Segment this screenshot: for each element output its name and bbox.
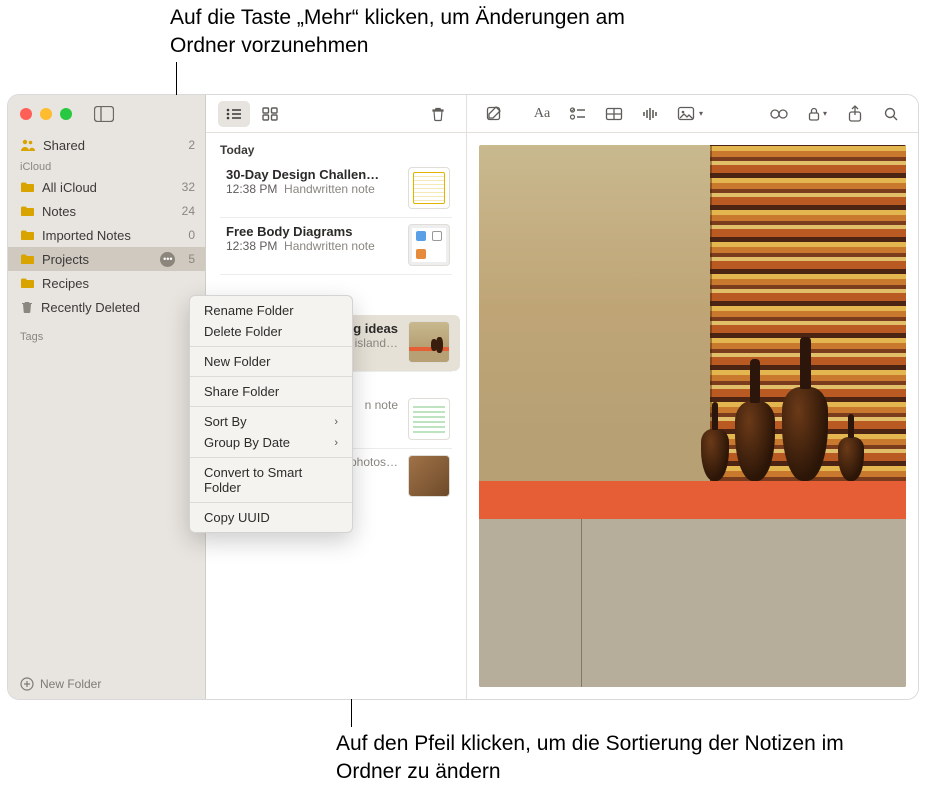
note-thumbnail	[408, 224, 450, 266]
menu-separator	[190, 346, 352, 347]
sidebar-toggle-icon[interactable]	[94, 106, 114, 122]
note-thumbnail	[408, 167, 450, 209]
sidebar-item-recipes[interactable]: Recipes	[8, 271, 205, 295]
trash-icon	[20, 300, 34, 314]
table-button[interactable]	[597, 101, 631, 127]
note-preview: island…	[355, 336, 398, 350]
sidebar-item-label: Projects	[42, 252, 89, 267]
menu-separator	[190, 502, 352, 503]
audio-button[interactable]	[633, 101, 667, 127]
menu-separator	[190, 376, 352, 377]
share-button[interactable]	[838, 101, 872, 127]
ctx-label: Sort By	[204, 414, 247, 429]
sidebar-item-all-icloud[interactable]: All iCloud 32	[8, 175, 205, 199]
traffic-lights	[20, 108, 72, 120]
sidebar-item-count: 2	[188, 138, 195, 152]
annotation-bottom: Auf den Pfeil klicken, um die Sortierung…	[336, 730, 896, 787]
folder-icon	[20, 181, 35, 193]
folder-context-menu: Rename Folder Delete Folder New Folder S…	[189, 295, 353, 533]
ctx-sort-by[interactable]: Sort By ›	[190, 411, 352, 432]
sidebar-item-recently-deleted[interactable]: Recently Deleted	[8, 295, 205, 319]
notes-section-head: Today	[206, 139, 466, 161]
sidebar-item-projects[interactable]: Projects ••• 5	[8, 247, 205, 271]
sidebar-item-notes[interactable]: Notes 24	[8, 199, 205, 223]
editor-body[interactable]	[467, 133, 918, 699]
titlebar	[8, 95, 205, 133]
chevron-down-icon: ▾	[699, 109, 703, 118]
folder-icon	[20, 253, 35, 265]
annotation-top: Auf die Taste „Mehr“ klicken, um Änderun…	[170, 4, 690, 61]
note-title: 30-Day Design Challen…	[226, 167, 398, 182]
note-title: Free Body Diagrams	[226, 224, 398, 239]
sidebar-item-imported[interactable]: Imported Notes 0	[8, 223, 205, 247]
sidebar: Shared 2 iCloud All iCloud 32 Notes 24 I…	[8, 95, 206, 699]
chevron-down-icon: ▾	[823, 109, 827, 118]
media-button[interactable]: ▾	[669, 101, 711, 127]
shared-icon	[20, 138, 36, 152]
sidebar-item-count: 32	[182, 180, 195, 194]
ctx-delete-folder[interactable]: Delete Folder	[190, 321, 352, 342]
sidebar-item-label: Recipes	[42, 276, 89, 291]
new-folder-label: New Folder	[40, 677, 101, 691]
ctx-new-folder[interactable]: New Folder	[190, 351, 352, 372]
ctx-rename-folder[interactable]: Rename Folder	[190, 300, 352, 321]
zoom-icon[interactable]	[60, 108, 72, 120]
sidebar-item-label: Notes	[42, 204, 76, 219]
grid-view-button[interactable]	[254, 101, 286, 127]
notes-window: Shared 2 iCloud All iCloud 32 Notes 24 I…	[8, 95, 918, 699]
plus-circle-icon	[20, 677, 34, 691]
close-icon[interactable]	[20, 108, 32, 120]
list-view-button[interactable]	[218, 101, 250, 127]
menu-separator	[190, 406, 352, 407]
sidebar-item-label: Shared	[43, 138, 85, 153]
sidebar-item-shared[interactable]: Shared 2	[8, 133, 205, 157]
lock-button[interactable]: ▾	[798, 101, 836, 127]
sidebar-section-tags: Tags	[8, 327, 205, 345]
folder-icon	[20, 205, 35, 217]
sidebar-item-count: 5	[188, 252, 195, 266]
note-time: 12:38 PM	[226, 182, 277, 196]
chevron-right-icon: ›	[334, 416, 338, 428]
ctx-convert-smart[interactable]: Convert to Smart Folder	[190, 462, 352, 498]
search-button[interactable]	[874, 101, 908, 127]
note-time: 12:38 PM	[226, 239, 277, 253]
sidebar-item-label: Imported Notes	[42, 228, 131, 243]
sidebar-item-label: Recently Deleted	[41, 300, 140, 315]
format-button[interactable]: Aa	[525, 101, 559, 127]
new-folder-button[interactable]: New Folder	[8, 669, 205, 699]
note-image	[479, 145, 906, 687]
chevron-right-icon: ›	[334, 437, 338, 449]
note-thumbnail	[408, 321, 450, 363]
notes-toolbar	[206, 95, 466, 133]
note-preview: photos…	[350, 455, 398, 469]
note-thumbnail	[408, 398, 450, 440]
minimize-icon[interactable]	[40, 108, 52, 120]
checklist-button[interactable]	[561, 101, 595, 127]
sidebar-item-label: All iCloud	[42, 180, 97, 195]
ctx-group-by-date[interactable]: Group By Date ›	[190, 432, 352, 453]
sidebar-section-icloud: iCloud	[8, 157, 205, 175]
ctx-label: Group By Date	[204, 435, 290, 450]
sidebar-item-count: 0	[188, 228, 195, 242]
note-row[interactable]: Free Body Diagrams 12:38 PM Handwritten …	[212, 218, 460, 274]
folder-icon	[20, 229, 35, 241]
delete-note-button[interactable]	[422, 101, 454, 127]
ctx-copy-uuid[interactable]: Copy UUID	[190, 507, 352, 528]
note-row[interactable]: 30-Day Design Challen… 12:38 PM Handwrit…	[212, 161, 460, 217]
sidebar-item-count: 24	[182, 204, 195, 218]
ctx-share-folder[interactable]: Share Folder	[190, 381, 352, 402]
note-preview: n note	[365, 398, 398, 412]
folder-icon	[20, 277, 35, 289]
menu-separator	[190, 457, 352, 458]
editor-column: Aa ▾ ▾	[467, 95, 918, 699]
note-thumbnail	[408, 455, 450, 497]
link-button[interactable]	[762, 101, 796, 127]
compose-button[interactable]	[477, 101, 511, 127]
more-button[interactable]: •••	[160, 252, 175, 267]
editor-toolbar: Aa ▾ ▾	[467, 95, 918, 133]
note-preview: Handwritten note	[284, 239, 375, 253]
note-preview: Handwritten note	[284, 182, 375, 196]
